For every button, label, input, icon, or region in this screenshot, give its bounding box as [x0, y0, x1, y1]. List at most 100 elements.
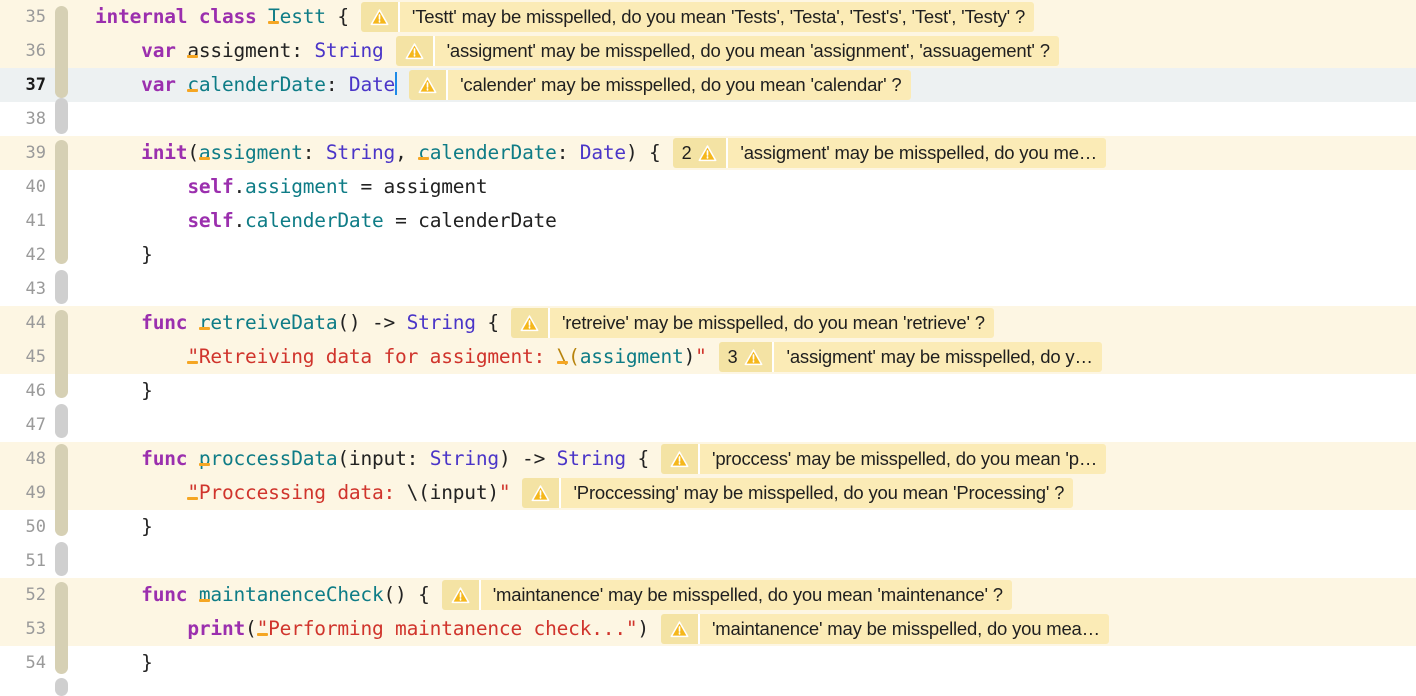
code-line-content[interactable]: internal class Testt {'Testt' may be mis…	[81, 0, 1416, 34]
line-number[interactable]: 48	[0, 442, 55, 476]
warning-triangle-icon[interactable]	[370, 8, 389, 27]
editor-line[interactable]: 41 self.calenderDate = calenderDate	[0, 204, 1416, 238]
code-line-content[interactable]: "Retreiving data for assigment: \(assigm…	[81, 340, 1416, 374]
code-line-content[interactable]: }	[81, 510, 1416, 544]
editor-line[interactable]: 45 "Retreiving data for assigment: \(ass…	[0, 340, 1416, 374]
warning-triangle-icon[interactable]	[744, 348, 763, 367]
editor-line[interactable]: 54 }	[0, 646, 1416, 680]
warning-triangle-icon[interactable]	[451, 586, 470, 605]
warning-message[interactable]: 'proccess' may be misspelled, do you mea…	[698, 444, 1107, 474]
code-line-content[interactable]: }	[81, 374, 1416, 408]
warning-badge[interactable]	[409, 70, 447, 100]
inline-warning-hint[interactable]: 'Proccessing' may be misspelled, do you …	[522, 478, 1074, 508]
warning-triangle-icon[interactable]	[520, 314, 539, 333]
inline-warning-hint[interactable]: 'calender' may be misspelled, do you mea…	[409, 70, 911, 100]
warning-message[interactable]: 'maintanence' may be misspelled, do you …	[478, 580, 1012, 610]
editor-lines[interactable]: 35 internal class Testt {'Testt' may be m…	[0, 0, 1416, 680]
line-number[interactable]: 47	[0, 408, 55, 442]
inline-warning-hint[interactable]: 'maintanence' may be misspelled, do you …	[660, 614, 1109, 644]
inline-warning-hint[interactable]: 'Testt' may be misspelled, do you mean '…	[360, 2, 1035, 32]
line-number[interactable]: 37	[0, 68, 55, 102]
warning-badge[interactable]	[660, 614, 698, 644]
code-line-content[interactable]	[81, 408, 1416, 442]
editor-line[interactable]: 37 var calenderDate: Date 'calender' may …	[0, 68, 1416, 102]
warning-badge[interactable]	[395, 36, 433, 66]
warning-message[interactable]: 'Proccessing' may be misspelled, do you …	[559, 478, 1074, 508]
editor-line[interactable]: 46 }	[0, 374, 1416, 408]
inline-warning-hint[interactable]: 'assigment' may be misspelled, do you me…	[395, 36, 1059, 66]
warning-badge[interactable]	[661, 444, 699, 474]
inline-warning-hint[interactable]: 3 'assigment' may be misspelled, do y…	[718, 342, 1102, 372]
line-number[interactable]: 36	[0, 34, 55, 68]
line-number[interactable]: 52	[0, 578, 55, 612]
editor-line[interactable]: 35 internal class Testt {'Testt' may be m…	[0, 0, 1416, 34]
line-number[interactable]: 44	[0, 306, 55, 340]
warning-message[interactable]: 'retreive' may be misspelled, do you mea…	[547, 308, 994, 338]
warning-badge[interactable]: 3	[718, 342, 773, 372]
code-line-content[interactable]: self.calenderDate = calenderDate	[81, 204, 1416, 238]
editor-line[interactable]: 49 "Proccessing data: \(input)" 'Proccess…	[0, 476, 1416, 510]
editor-line[interactable]: 44 func retreiveData() -> String {'retre…	[0, 306, 1416, 340]
line-number[interactable]: 40	[0, 170, 55, 204]
line-number[interactable]: 54	[0, 646, 55, 680]
code-line-content[interactable]: print("Performing maintanence check...")…	[81, 612, 1416, 646]
line-number[interactable]: 35	[0, 0, 55, 34]
line-number[interactable]: 43	[0, 272, 55, 306]
code-line-content[interactable]	[81, 272, 1416, 306]
line-number[interactable]: 42	[0, 238, 55, 272]
warning-badge[interactable]	[510, 308, 548, 338]
line-number[interactable]: 53	[0, 612, 55, 646]
inline-warning-hint[interactable]: 'maintanence' may be misspelled, do you …	[441, 580, 1012, 610]
warning-message[interactable]: 'calender' may be misspelled, do you mea…	[446, 70, 911, 100]
warning-badge[interactable]	[441, 580, 479, 610]
editor-line[interactable]: 53 print("Performing maintanence check..…	[0, 612, 1416, 646]
warning-message[interactable]: 'assigment' may be misspelled, do you me…	[726, 138, 1107, 168]
warning-badge[interactable]	[360, 2, 398, 32]
inline-warning-hint[interactable]: 'retreive' may be misspelled, do you mea…	[510, 308, 994, 338]
warning-triangle-icon[interactable]	[405, 42, 424, 61]
warning-message[interactable]: 'maintanence' may be misspelled, do you …	[697, 614, 1109, 644]
warning-message[interactable]: 'assigment' may be misspelled, do y…	[772, 342, 1102, 372]
code-line-content[interactable]: func retreiveData() -> String {'retreive…	[81, 306, 1416, 340]
warning-message[interactable]: 'assigment' may be misspelled, do you me…	[432, 36, 1059, 66]
editor-line[interactable]: 52 func maintanenceCheck() {'maintanence…	[0, 578, 1416, 612]
editor-line[interactable]: 47	[0, 408, 1416, 442]
code-line-content[interactable]: var assigment: String 'assigment' may be …	[81, 34, 1416, 68]
line-number[interactable]: 50	[0, 510, 55, 544]
warning-message[interactable]: 'Testt' may be misspelled, do you mean '…	[397, 2, 1035, 32]
code-line-content[interactable]: func proccessData(input: String) -> Stri…	[81, 442, 1416, 476]
editor-line[interactable]: 42 }	[0, 238, 1416, 272]
warning-triangle-icon[interactable]	[670, 450, 689, 469]
line-number[interactable]: 38	[0, 102, 55, 136]
warning-triangle-icon[interactable]	[531, 484, 550, 503]
warning-badge[interactable]	[522, 478, 560, 508]
editor-line[interactable]: 50 }	[0, 510, 1416, 544]
editor-line[interactable]: 48 func proccessData(input: String) -> S…	[0, 442, 1416, 476]
editor-line[interactable]: 36 var assigment: String 'assigment' may …	[0, 34, 1416, 68]
code-line-content[interactable]: init(assigment: String, calenderDate: Da…	[81, 136, 1416, 170]
code-line-content[interactable]: self.assigment = assigment	[81, 170, 1416, 204]
code-line-content[interactable]: var calenderDate: Date 'calender' may be …	[81, 68, 1416, 102]
line-number[interactable]: 51	[0, 544, 55, 578]
editor-line[interactable]: 39 init(assigment: String, calenderDate:…	[0, 136, 1416, 170]
warning-triangle-icon[interactable]	[418, 76, 437, 95]
code-line-content[interactable]: }	[81, 646, 1416, 680]
line-number[interactable]: 46	[0, 374, 55, 408]
warning-triangle-icon[interactable]	[698, 144, 717, 163]
warning-badge[interactable]: 2	[672, 138, 727, 168]
line-number[interactable]: 45	[0, 340, 55, 374]
editor-line[interactable]: 43	[0, 272, 1416, 306]
code-line-content[interactable]: "Proccessing data: \(input)" 'Proccessing…	[81, 476, 1416, 510]
line-number[interactable]: 49	[0, 476, 55, 510]
editor-line[interactable]: 51	[0, 544, 1416, 578]
code-line-content[interactable]	[81, 544, 1416, 578]
line-number[interactable]: 41	[0, 204, 55, 238]
code-line-content[interactable]	[81, 102, 1416, 136]
line-number[interactable]: 39	[0, 136, 55, 170]
code-editor[interactable]: 35 internal class Testt {'Testt' may be m…	[0, 0, 1416, 696]
editor-line[interactable]: 38	[0, 102, 1416, 136]
warning-triangle-icon[interactable]	[670, 620, 689, 639]
editor-line[interactable]: 40 self.assigment = assigment	[0, 170, 1416, 204]
inline-warning-hint[interactable]: 2 'assigment' may be misspelled, do you m…	[672, 138, 1107, 168]
code-line-content[interactable]: }	[81, 238, 1416, 272]
